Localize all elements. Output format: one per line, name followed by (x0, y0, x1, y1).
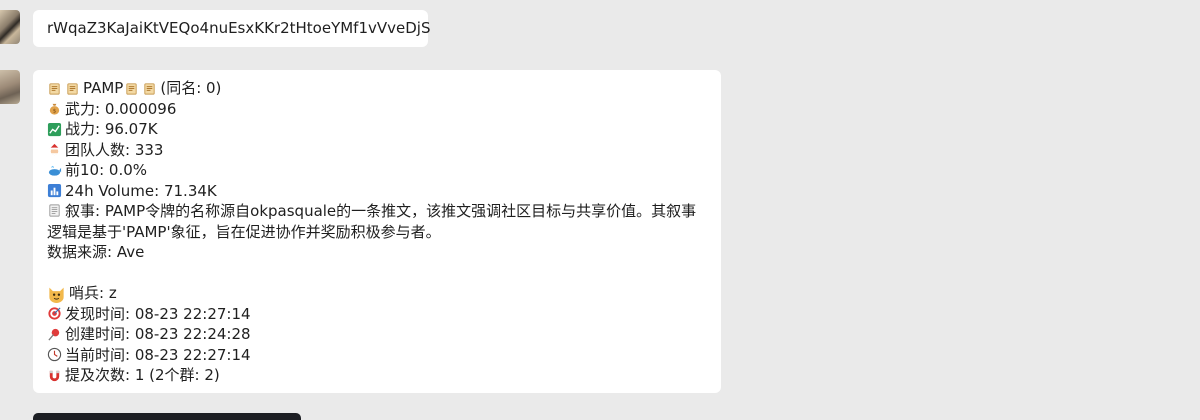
wuli-line: $ 武力: 0.000096 (47, 99, 707, 120)
pushpin-icon (47, 327, 62, 342)
token-address-text: rWqaZ3KaJaiKtVEQo4nuEsxKKr2tHtoeYMf1vVve… (47, 19, 431, 37)
volume-value: 24h Volume: 71.34K (65, 181, 217, 200)
zhanli-value: 战力: 96.07K (65, 120, 158, 138)
message-bubble-address[interactable]: rWqaZ3KaJaiKtVEQo4nuEsxKKr2tHtoeYMf1vVve… (33, 10, 431, 47)
magnet-icon (47, 368, 62, 383)
team-line: 团队人数: 333 (47, 140, 707, 161)
money-bag-icon: $ (47, 101, 62, 116)
mentions-line: 提及次数: 1 (2个群: 2) (47, 365, 707, 386)
data-source: 数据来源: Ave (47, 243, 145, 261)
message-bubble-token-info[interactable]: PAMP (同名: 0) $ 武力: 0.000096 战力: 96.07K 团… (33, 70, 721, 393)
created-time-value: 创建时间: 08-23 22:24:28 (65, 325, 251, 343)
scroll-icon (47, 81, 62, 96)
memo-icon (47, 203, 62, 218)
chart-increasing-icon (47, 122, 62, 137)
current-time-value: 当前时间: 08-23 22:27:14 (65, 345, 251, 364)
sentry-line: 哨兵: z (47, 283, 707, 304)
bar-chart-icon (47, 183, 62, 198)
source-line: 数据来源: Ave (47, 242, 707, 263)
sender-avatar[interactable] (0, 10, 20, 44)
santa-icon (47, 142, 62, 157)
next-message-thumbnail[interactable] (33, 413, 301, 420)
team-count-value: 团队人数: 333 (65, 140, 164, 159)
top10-value: 前10: 0.0% (65, 161, 148, 179)
top10-line: 前10: 0.0% (47, 160, 707, 181)
cat-icon (47, 284, 66, 303)
found-time-value: 发现时间: 08-23 22:27:14 (65, 304, 251, 323)
scroll-icon (65, 81, 80, 96)
scroll-icon (142, 81, 157, 96)
found-time-line: 发现时间: 08-23 22:27:14 (47, 304, 707, 325)
same-name-count: (同名: 0) (160, 79, 222, 97)
sender-avatar[interactable] (0, 70, 20, 104)
clock-icon (47, 347, 62, 362)
mentions-value: 提及次数: 1 (2个群: 2) (65, 366, 220, 384)
created-time-line: 创建时间: 08-23 22:24:28 (47, 324, 707, 345)
wuli-value: 武力: 0.000096 (65, 99, 177, 118)
svg-text:$: $ (53, 109, 57, 115)
target-icon (47, 306, 62, 321)
current-time-line: 当前时间: 08-23 22:27:14 (47, 345, 707, 366)
volume-line: 24h Volume: 71.34K (47, 181, 707, 202)
narrative-line: 叙事: PAMP令牌的名称源自okpasquale的一条推文，该推文强调社区目标… (47, 201, 707, 242)
sentry-value: 哨兵: z (69, 284, 117, 302)
token-title-line: PAMP (同名: 0) (47, 78, 707, 99)
scroll-icon (124, 81, 139, 96)
narrative-text: 叙事: PAMP令牌的名称源自okpasquale的一条推文，该推文强调社区目标… (47, 202, 697, 241)
whale-icon (47, 163, 62, 178)
zhanli-line: 战力: 96.07K (47, 119, 707, 140)
token-name: PAMP (83, 79, 124, 97)
